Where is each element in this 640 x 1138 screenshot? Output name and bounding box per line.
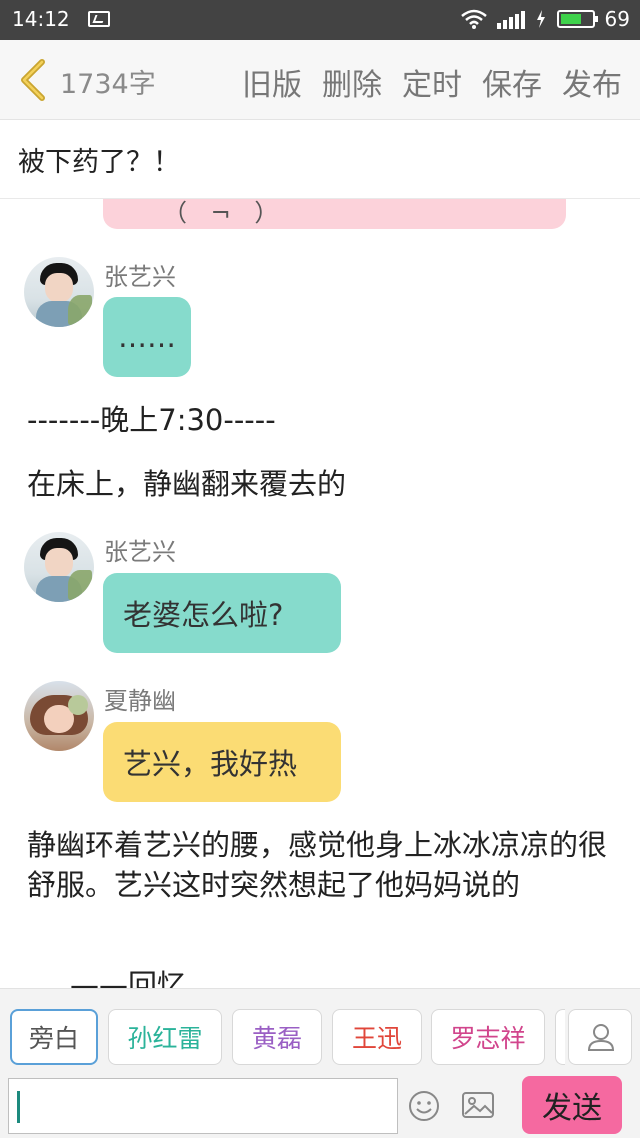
- signal-icon: [496, 9, 525, 29]
- add-character-button[interactable]: [568, 1009, 632, 1065]
- emoji-icon[interactable]: [408, 1090, 440, 1122]
- chat-bubble[interactable]: 艺兴，我好热: [103, 722, 341, 802]
- message-input[interactable]: [8, 1078, 398, 1134]
- previous-bubble-text: （ ¬ ）: [163, 199, 287, 227]
- back-chevron-icon[interactable]: [16, 58, 50, 102]
- character-selector: 旁白 孙红雷 黄磊 王迅 罗志祥: [0, 988, 640, 1072]
- chapter-title-field[interactable]: 被下药了？！: [0, 120, 640, 199]
- character-chip-partial[interactable]: [555, 1009, 565, 1065]
- old-version-button[interactable]: 旧版: [242, 60, 302, 104]
- status-bar: 14:12 69: [0, 0, 640, 40]
- avatar-xia-jingyou[interactable]: [24, 681, 94, 751]
- avatar-zhang-yixing[interactable]: [24, 532, 94, 602]
- narration-text[interactable]: ——回忆: [70, 965, 640, 988]
- publish-button[interactable]: 发布: [562, 60, 622, 104]
- character-name: 罗志祥: [450, 1024, 526, 1053]
- chat-text: 艺兴，我好热: [123, 747, 298, 781]
- character-name: 黄磊: [251, 1024, 302, 1053]
- previous-chat-bubble[interactable]: （ ¬ ）: [103, 199, 566, 229]
- wifi-icon: [460, 9, 487, 29]
- character-name: 孙红雷: [127, 1024, 203, 1053]
- speaker-name: 张艺兴: [104, 263, 176, 291]
- character-chip-luo-zhixiang[interactable]: 罗志祥: [431, 1009, 545, 1065]
- charging-icon: [536, 10, 545, 28]
- character-chip-huang-lei[interactable]: 黄磊: [232, 1009, 322, 1065]
- chat-text: ……: [118, 320, 176, 354]
- chapter-title: 被下药了？！: [18, 147, 180, 178]
- battery-icon: [556, 10, 598, 28]
- save-button[interactable]: 保存: [482, 60, 542, 104]
- character-name: 旁白: [28, 1024, 79, 1053]
- narration-text[interactable]: -------晚上7:30-----: [27, 400, 617, 440]
- story-content[interactable]: （ ¬ ） 张艺兴 …… -------晚上7:30----- 在床上，静幽翻来…: [0, 199, 640, 988]
- word-count: 1734字: [60, 69, 156, 100]
- message-notification-icon: [88, 11, 110, 27]
- delete-button[interactable]: 删除: [322, 60, 382, 104]
- character-chip-narrator[interactable]: 旁白: [10, 1009, 98, 1065]
- send-button[interactable]: 发送: [522, 1076, 622, 1134]
- chat-bubble[interactable]: ……: [103, 297, 191, 377]
- person-icon: [587, 1024, 615, 1051]
- character-chip-wang-xun[interactable]: 王迅: [332, 1009, 422, 1065]
- composer: 发送: [0, 1072, 640, 1138]
- character-chip-sun-honglei[interactable]: 孙红雷: [108, 1009, 222, 1065]
- status-time: 14:12: [12, 7, 70, 31]
- narration-text[interactable]: 在床上，静幽翻来覆去的: [27, 464, 617, 504]
- text-caret: [17, 1091, 20, 1123]
- speaker-name: 张艺兴: [104, 538, 176, 566]
- schedule-button[interactable]: 定时: [402, 60, 462, 104]
- character-name: 王迅: [351, 1024, 402, 1053]
- battery-percent: 69: [604, 7, 630, 31]
- status-icons: 69: [460, 7, 630, 31]
- battery-level-fill: [560, 14, 582, 24]
- image-icon[interactable]: [461, 1090, 495, 1120]
- toolbar-actions: 旧版 删除 定时 保存 发布: [242, 60, 622, 104]
- chat-bubble[interactable]: 老婆怎么啦?: [103, 573, 341, 653]
- editor-toolbar: 1734字 旧版 删除 定时 保存 发布: [0, 40, 640, 120]
- speaker-name: 夏静幽: [104, 687, 176, 715]
- send-label: 发送: [542, 1091, 602, 1126]
- chat-text: 老婆怎么啦?: [123, 598, 284, 632]
- narration-text[interactable]: 静幽环着艺兴的腰，感觉他身上冰冰凉凉的很舒服。艺兴这时突然想起了他妈妈说的: [27, 825, 617, 905]
- avatar-zhang-yixing[interactable]: [24, 257, 94, 327]
